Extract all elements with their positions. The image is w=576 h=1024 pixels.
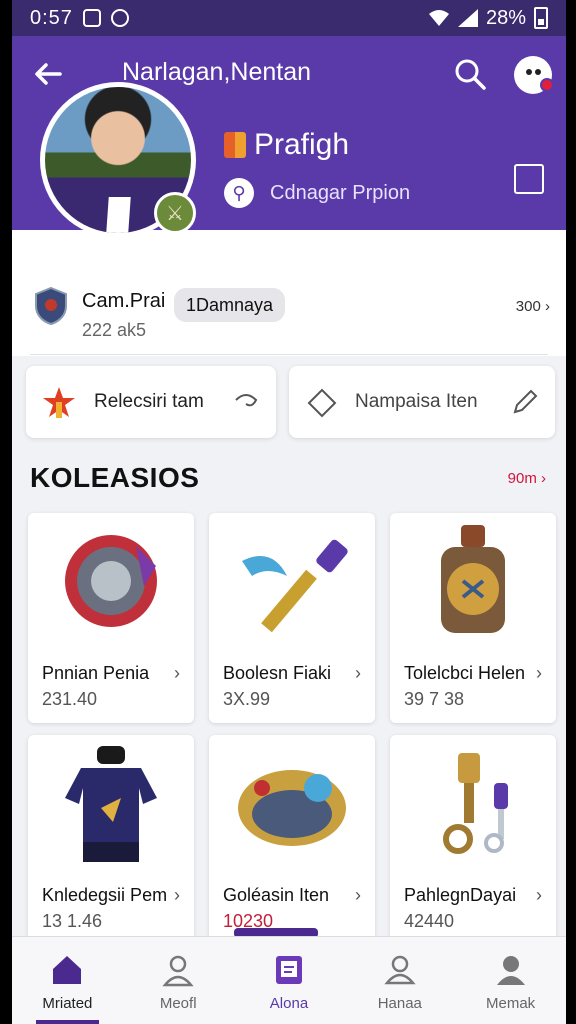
star-badge-icon	[43, 387, 75, 418]
section-more-label: 90m	[507, 470, 537, 487]
item-card[interactable]: Pnnian Penia 231.40 ›	[28, 513, 194, 723]
nav-item-home[interactable]: Mriated	[12, 937, 123, 1024]
notification-icon	[82, 9, 101, 27]
item-art	[28, 513, 194, 649]
item-art	[28, 735, 194, 871]
account-more-link[interactable]: 300 ›	[516, 298, 550, 315]
divider	[30, 354, 548, 355]
app-title: Narlagan,Nentan	[122, 58, 312, 86]
guild-shield-icon	[35, 286, 67, 326]
nav-label: Meofl	[159, 995, 197, 1012]
item-price: 231.40	[42, 689, 98, 709]
wand-icon	[242, 539, 348, 633]
chevron-right-icon: ›	[536, 663, 542, 683]
nav-item-alona[interactable]: Alona	[234, 937, 345, 1024]
nav-label: Mriated	[42, 995, 93, 1012]
share-icon[interactable]	[514, 164, 544, 194]
item-name: Tolelcbci Helen	[404, 663, 526, 683]
item-art	[209, 513, 375, 649]
status-time: 0:57	[30, 6, 73, 29]
key-icon: ⚲	[224, 178, 254, 208]
tag-icon	[307, 388, 337, 418]
item-art	[390, 513, 556, 649]
chevron-right-icon: ›	[545, 298, 550, 315]
account-count: 222 ak5	[82, 320, 147, 340]
item-art	[209, 735, 375, 871]
user-icon	[384, 955, 416, 985]
item-name: Goléasin Iten	[223, 885, 330, 905]
notification-button[interactable]	[514, 56, 554, 94]
app-status-icon	[110, 9, 129, 27]
item-price: 39 7 38	[404, 689, 465, 709]
section-title: KOLEASIOS	[30, 462, 200, 493]
chevron-right-icon: ›	[541, 470, 546, 487]
profile-subtitle-row[interactable]: ⚲ Cdnagar Prpion	[224, 178, 410, 208]
battery-icon	[534, 7, 548, 29]
account-pill[interactable]: 1Damnaya	[174, 288, 286, 322]
nav-item-memak[interactable]: Memak	[455, 937, 566, 1024]
account-row[interactable]: Cam.Prai 1Damnaya 222 ak5 300 ›	[12, 230, 566, 356]
nav-item-profile[interactable]: Meofl	[123, 937, 234, 1024]
item-card[interactable]: Goléasin Iten 10230 ›	[209, 735, 375, 945]
profile-subtitle: Cdnagar Prpion	[270, 181, 411, 204]
item-card[interactable]: Knledegsii Pem 13 1.46 ›	[28, 735, 194, 945]
signal-icon	[457, 9, 478, 27]
item-price: 13 1.46	[42, 911, 103, 931]
status-right: 28%	[428, 7, 548, 30]
item-name: Boolesn Fiaki	[223, 663, 332, 683]
profile-icon	[162, 955, 194, 987]
action-label: Nampaisa Iten	[355, 391, 478, 412]
item-card[interactable]: Tolelcbci Helen 39 7 38 ›	[390, 513, 556, 723]
level-badge-icon: ⚔	[154, 192, 196, 234]
item-name: Knledegsii Pem	[42, 885, 168, 905]
wifi-icon	[428, 10, 449, 26]
person-icon	[496, 956, 525, 985]
profile-name: Prafigh	[254, 128, 350, 161]
item-card[interactable]: Boolesn Fiaki 3X.99 ›	[209, 513, 375, 723]
jersey-icon	[65, 746, 157, 862]
app-frame: 0:57 28% Narlagan,Nentan Prafigh ⚲ Cdnag	[12, 0, 566, 1024]
keys-icon	[443, 753, 508, 854]
item-name: Pnnian Penia	[42, 663, 150, 683]
nav-label: Hanaa	[377, 995, 422, 1012]
clipboard-icon	[275, 956, 302, 984]
bottom-nav: Mriated Meofl Alona Hanaa Memak	[12, 936, 566, 1024]
chevron-right-icon: ›	[174, 885, 180, 905]
ring-icon	[238, 770, 346, 846]
item-price: 42440	[404, 911, 455, 931]
rank-icon	[224, 132, 246, 158]
item-art	[390, 735, 556, 871]
search-icon[interactable]	[452, 56, 488, 92]
chevron-right-icon: ›	[355, 663, 361, 683]
item-name: PahlegnDayai	[404, 885, 517, 905]
nav-label: Memak	[485, 995, 536, 1012]
chevron-right-icon: ›	[355, 885, 361, 905]
chevron-right-icon: ›	[174, 663, 180, 683]
chevron-right-icon: ›	[536, 885, 542, 905]
status-bar: 0:57 28%	[12, 0, 566, 36]
back-arrow-icon[interactable]	[30, 56, 66, 92]
battery-percent: 28%	[485, 6, 526, 29]
action-card-items[interactable]: Nampaisa Iten	[289, 366, 555, 438]
account-name: Cam.Prai	[82, 290, 166, 312]
item-card[interactable]: PahlegnDayai 42440 ›	[390, 735, 556, 945]
item-price: 3X.99	[223, 689, 271, 709]
pencil-icon	[513, 389, 538, 414]
swipe-icon	[235, 394, 258, 407]
notification-dot	[540, 78, 554, 92]
home-icon	[53, 956, 82, 984]
amulet-icon	[441, 525, 505, 633]
nav-item-hanaa[interactable]: Hanaa	[344, 937, 455, 1024]
action-card-collection[interactable]: Relecsiri tam	[26, 366, 276, 438]
nav-label: Alona	[269, 995, 309, 1012]
profile-name-row: Prafigh	[224, 128, 349, 162]
account-more-label: 300	[515, 298, 541, 315]
action-label: Relecsiri tam	[94, 391, 204, 412]
section-more-link[interactable]: 90m ›	[508, 470, 546, 487]
shield-icon	[65, 535, 157, 627]
